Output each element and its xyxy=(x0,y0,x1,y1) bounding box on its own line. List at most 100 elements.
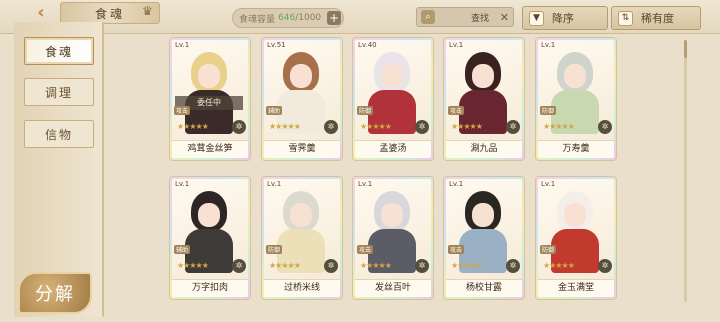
portrait-face xyxy=(472,64,494,88)
top-bar: ‹ 食魂 ♛ 食魂容量 646 /1000 + ⌕ 查找 ✕ ▼ 降序 ⇅ 稀有… xyxy=(0,0,720,34)
card-inner: Lv.40 防御 ★★★★★ ✲ 孟婆汤 xyxy=(355,40,431,158)
scroll-thumb[interactable] xyxy=(684,40,687,58)
card-level: Lv.1 xyxy=(267,180,282,188)
card-inner: Lv.1 攻击 ★★★★★ ✲ 杨校甘露 xyxy=(446,179,522,297)
card-name: 雪霁羹 xyxy=(264,140,340,158)
clear-search-icon[interactable]: ✕ xyxy=(500,11,509,24)
role-badge: 辅助 xyxy=(266,106,283,115)
card-name: 鸡茸金丝笋 xyxy=(172,140,248,158)
sort-order-label: 降序 xyxy=(552,12,574,25)
tab-token-label: 信物 xyxy=(44,127,73,142)
star-rating: ★★★★★ xyxy=(451,261,483,270)
role-badge: 防御 xyxy=(266,245,283,254)
food-soul-card[interactable]: Lv.40 防御 ★★★★★ ✲ 孟婆汤 xyxy=(353,38,433,160)
star-rating: ★★★★★ xyxy=(269,122,301,131)
card-inner: Lv.51 辅助 ★★★★★ ✲ 雪霁羹 xyxy=(264,40,340,158)
card-name: 杨校甘露 xyxy=(446,279,522,297)
food-soul-card[interactable]: Lv.1 攻击 ★★★★★ ✲ 杨校甘露 xyxy=(444,177,524,299)
tab-food-soul[interactable]: 食魂 xyxy=(24,37,94,65)
portrait-face xyxy=(564,203,586,227)
tab-token[interactable]: 信物 xyxy=(24,120,94,148)
star-rating: ★★★★★ xyxy=(177,122,209,131)
role-badge: 防御 xyxy=(540,245,557,254)
portrait-face xyxy=(290,203,312,227)
portrait-face xyxy=(472,203,494,227)
role-badge: 防御 xyxy=(540,106,557,115)
add-capacity-button[interactable]: + xyxy=(327,11,341,25)
element-icon: ✲ xyxy=(506,120,520,134)
card-level: Lv.1 xyxy=(541,180,556,188)
capacity-current: 646 xyxy=(278,13,296,23)
portrait-face xyxy=(198,64,220,88)
role-badge: 辅助 xyxy=(174,245,191,254)
role-badge: 攻击 xyxy=(448,106,465,115)
card-name: 万字扣肉 xyxy=(172,279,248,297)
sort-order-button[interactable]: ▼ 降序 xyxy=(522,6,608,30)
rarity-sort-label: 稀有度 xyxy=(641,12,674,25)
card-name: 金玉满堂 xyxy=(538,279,614,297)
tab-conditioning[interactable]: 调理 xyxy=(24,78,94,106)
card-level: Lv.1 xyxy=(175,180,190,188)
element-icon: ✲ xyxy=(324,120,338,134)
card-name: 孟婆汤 xyxy=(355,140,431,158)
card-level: Lv.1 xyxy=(541,41,556,49)
card-inner: Lv.1 防御 ★★★★★ ✲ 万寿羹 xyxy=(538,40,614,158)
card-inner: Lv.1 攻击 ★★★★★ ✲ 发丝百叶 xyxy=(355,179,431,297)
capacity-display: 食魂容量 646 /1000 + xyxy=(232,8,344,28)
element-icon: ✲ xyxy=(232,259,246,273)
sidebar: 食魂 调理 信物 分解 xyxy=(14,22,104,317)
star-rating: ★★★★★ xyxy=(177,261,209,270)
food-soul-card[interactable]: Lv.1 辅助 ★★★★★ ✲ 万字扣肉 xyxy=(170,177,250,299)
portrait-face xyxy=(290,64,312,88)
element-icon: ✲ xyxy=(598,120,612,134)
scrollbar[interactable] xyxy=(684,40,687,302)
rarity-sort-button[interactable]: ⇅ 稀有度 xyxy=(611,6,701,30)
card-inner: Lv.1 辅助 ★★★★★ ✲ 万字扣肉 xyxy=(172,179,248,297)
role-badge: 攻击 xyxy=(357,245,374,254)
element-icon: ✲ xyxy=(324,259,338,273)
tab-food-soul-label: 食魂 xyxy=(44,44,73,59)
role-badge: 攻击 xyxy=(448,245,465,254)
search-icon: ⌕ xyxy=(421,10,435,24)
capacity-label: 食魂容量 xyxy=(239,14,276,25)
tab-conditioning-label: 调理 xyxy=(44,85,73,100)
swap-icon: ⇅ xyxy=(618,10,633,26)
card-name: 涮九品 xyxy=(446,140,522,158)
card-level: Lv.1 xyxy=(449,41,464,49)
role-badge: 攻击 xyxy=(174,106,191,115)
food-soul-card[interactable]: Lv.1 委任中 攻击 ★★★★★ ✲ 鸡茸金丝笋 xyxy=(170,38,250,160)
card-level: Lv.51 xyxy=(267,41,286,49)
search-box[interactable]: ⌕ 查找 ✕ xyxy=(416,7,514,27)
portrait-face xyxy=(198,203,220,227)
card-inner: Lv.1 委任中 攻击 ★★★★★ ✲ 鸡茸金丝笋 xyxy=(172,40,248,158)
portrait-face xyxy=(564,64,586,88)
card-name: 过桥米线 xyxy=(264,279,340,297)
portrait-face xyxy=(381,64,403,88)
back-arrow-icon: ‹ xyxy=(37,1,45,23)
card-inner: Lv.1 攻击 ★★★★★ ✲ 涮九品 xyxy=(446,40,522,158)
sort-down-icon: ▼ xyxy=(529,10,544,26)
star-rating: ★★★★★ xyxy=(543,122,575,131)
element-icon: ✲ xyxy=(232,120,246,134)
search-placeholder: 查找 xyxy=(471,13,490,24)
back-button[interactable]: ‹ xyxy=(26,1,56,23)
element-icon: ✲ xyxy=(415,259,429,273)
card-level: Lv.1 xyxy=(449,180,464,188)
element-icon: ✲ xyxy=(598,259,612,273)
decompose-button[interactable]: 分解 xyxy=(18,272,92,314)
food-soul-card[interactable]: Lv.1 攻击 ★★★★★ ✲ 发丝百叶 xyxy=(353,177,433,299)
food-soul-card[interactable]: Lv.1 防御 ★★★★★ ✲ 金玉满堂 xyxy=(536,177,616,299)
role-badge: 防御 xyxy=(357,106,374,115)
card-name: 发丝百叶 xyxy=(355,279,431,297)
element-icon: ✲ xyxy=(415,120,429,134)
card-name: 万寿羹 xyxy=(538,140,614,158)
food-soul-card[interactable]: Lv.1 防御 ★★★★★ ✲ 万寿羹 xyxy=(536,38,616,160)
food-soul-card[interactable]: Lv.1 防御 ★★★★★ ✲ 过桥米线 xyxy=(262,177,342,299)
food-soul-card[interactable]: Lv.51 辅助 ★★★★★ ✲ 雪霁羹 xyxy=(262,38,342,160)
card-level: Lv.40 xyxy=(358,41,377,49)
food-soul-card[interactable]: Lv.1 攻击 ★★★★★ ✲ 涮九品 xyxy=(444,38,524,160)
star-rating: ★★★★★ xyxy=(451,122,483,131)
card-level: Lv.1 xyxy=(358,180,373,188)
portrait-face xyxy=(381,203,403,227)
capacity-max: /1000 xyxy=(295,13,322,23)
